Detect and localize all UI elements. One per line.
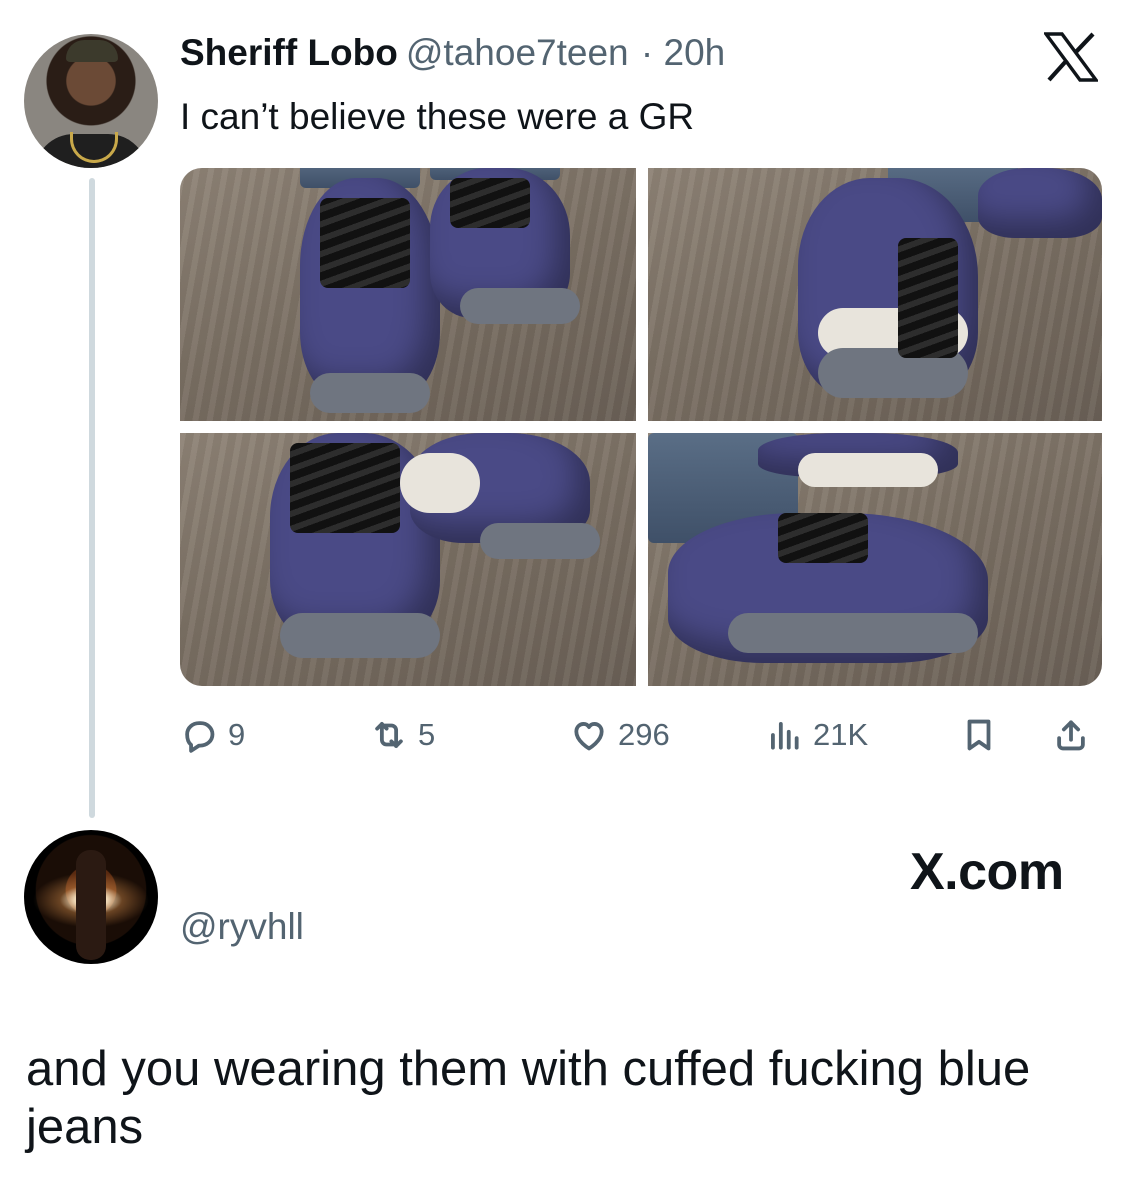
tweet-time[interactable]: · 20h — [641, 32, 725, 73]
bookmark-icon — [967, 719, 991, 751]
reply-avatar[interactable] — [24, 830, 158, 964]
views-button[interactable]: 21K — [765, 712, 868, 758]
reply-button[interactable]: 9 — [180, 712, 245, 758]
repost-count: 5 — [418, 717, 436, 752]
like-button[interactable]: 296 — [570, 712, 670, 758]
views-count: 21K — [813, 717, 869, 752]
author-avatar[interactable] — [24, 34, 158, 168]
media-photo-3[interactable] — [180, 433, 636, 686]
media-photo-1[interactable] — [180, 168, 636, 421]
avatar-figure — [76, 850, 106, 960]
brand-text: X.com — [910, 843, 1064, 901]
x-logo-icon — [1044, 32, 1098, 82]
reply-text: and you wearing them with cuffed fucking… — [26, 1042, 1031, 1154]
reply-handle[interactable]: @ryvhll — [180, 906, 304, 948]
share-button[interactable] — [1052, 712, 1090, 758]
author-name[interactable]: Sheriff Lobo — [180, 32, 398, 73]
heart-icon — [574, 722, 604, 751]
views-chart-icon — [771, 722, 799, 750]
reply-icon — [185, 721, 215, 753]
like-count: 296 — [618, 717, 670, 752]
thread-line — [89, 178, 95, 818]
avatar-beanie — [66, 40, 118, 62]
tweet-author-row: Sheriff Lobo @tahoe7teen · 20h — [180, 32, 725, 74]
media-photo-2[interactable] — [648, 168, 1102, 421]
bookmark-button[interactable] — [960, 712, 998, 758]
media-photo-4[interactable] — [648, 433, 1102, 686]
share-icon — [1057, 720, 1085, 751]
repost-button[interactable]: 5 — [370, 712, 435, 758]
repost-icon — [375, 722, 403, 748]
reply-count: 9 — [228, 717, 246, 752]
author-handle[interactable]: @tahoe7teen — [406, 32, 629, 73]
media-grid — [180, 168, 1102, 686]
tweet-actions: 9 5 296 21K — [180, 712, 1102, 762]
tweet-text: I can’t believe these were a GR — [180, 96, 695, 137]
